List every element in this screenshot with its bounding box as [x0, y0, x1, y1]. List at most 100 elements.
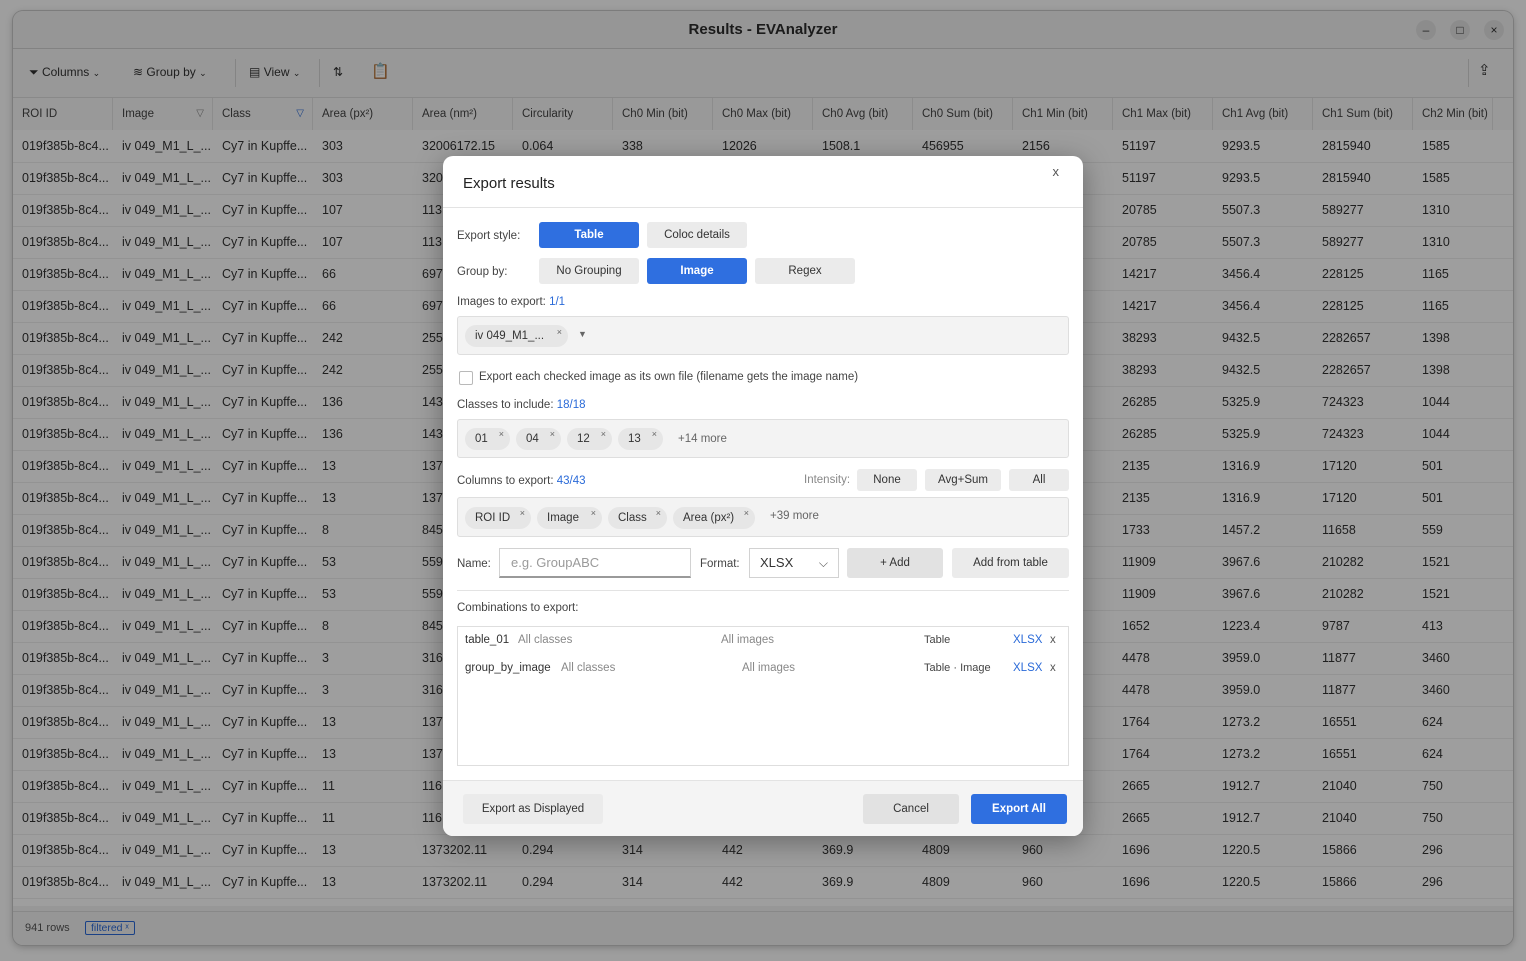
- list-item[interactable]: group_by_image All classes All images Ta…: [458, 655, 1068, 683]
- class-chip[interactable]: 01 ×: [465, 428, 510, 450]
- column-chip[interactable]: Class ×: [608, 507, 667, 529]
- table-cell: 0.294: [522, 875, 554, 889]
- remove-icon[interactable]: ×: [499, 423, 504, 445]
- column-header[interactable]: Ch1 Min (bit): [1013, 98, 1113, 130]
- table-row[interactable]: 019f385b-8c4... iv 049_M1_L_... Cy7 in Kup…: [13, 866, 1513, 899]
- export-style-table-button[interactable]: Table: [539, 222, 639, 248]
- remove-icon[interactable]: ×: [557, 321, 562, 343]
- list-item[interactable]: table_01 All classes All images Table XL…: [458, 627, 1068, 655]
- chevron-down-icon[interactable]: ▼: [578, 329, 587, 339]
- column-header[interactable]: ROI ID: [13, 98, 113, 130]
- combination-name: group_by_image: [465, 662, 551, 674]
- filtered-badge[interactable]: filtered ˣ: [85, 921, 135, 935]
- class-chip[interactable]: 13 ×: [618, 428, 663, 450]
- column-chip[interactable]: Image ×: [537, 507, 602, 529]
- table-icon: ▤: [249, 65, 261, 79]
- group-image-button[interactable]: Image: [647, 258, 747, 284]
- column-header[interactable]: Ch1 Max (bit): [1113, 98, 1213, 130]
- table-cell: 019f385b-8c4...: [22, 299, 109, 313]
- intensity-avgsum-button[interactable]: Avg+Sum: [925, 469, 1001, 491]
- columns-label: Columns: [41, 65, 90, 79]
- minimize-button[interactable]: –: [1416, 20, 1436, 40]
- add-from-table-button[interactable]: Add from table: [952, 548, 1069, 578]
- close-window-button[interactable]: ×: [1484, 20, 1504, 40]
- column-header[interactable]: Circularity: [513, 98, 613, 130]
- table-cell: 13: [322, 715, 336, 729]
- filter-icon[interactable]: ▽: [196, 98, 204, 130]
- class-chip-label: 12: [577, 433, 590, 445]
- table-cell: 4478: [1122, 651, 1150, 665]
- view-button[interactable]: ▤ View ⌄: [249, 65, 300, 79]
- column-header[interactable]: Ch0 Sum (bit): [913, 98, 1013, 130]
- remove-icon[interactable]: ×: [591, 502, 596, 524]
- column-chip[interactable]: Area (px²) ×: [673, 507, 755, 529]
- remove-icon[interactable]: ×: [744, 502, 749, 524]
- table-cell: 1398: [1422, 363, 1450, 377]
- table-cell: 019f385b-8c4...: [22, 715, 109, 729]
- intensity-all-button[interactable]: All: [1009, 469, 1069, 491]
- table-cell: 9432.5: [1222, 331, 1261, 345]
- maximize-button[interactable]: □: [1450, 20, 1470, 40]
- column-header[interactable]: Ch0 Min (bit): [613, 98, 713, 130]
- own-file-checkbox[interactable]: [459, 371, 473, 385]
- table-cell: Cy7 in Kupffe...: [222, 811, 308, 825]
- table-cell: 019f385b-8c4...: [22, 459, 109, 473]
- column-header[interactable]: Ch1 Sum (bit): [1313, 98, 1413, 130]
- table-cell: 11877: [1322, 683, 1356, 697]
- layers-icon: ≋: [133, 65, 144, 79]
- column-header[interactable]: Ch2 Min (bit): [1413, 98, 1493, 130]
- table-cell: 1044: [1422, 427, 1450, 441]
- columns-select[interactable]: ROI ID × Image × Class × Area (px²) × +39 mo…: [457, 497, 1069, 537]
- remove-icon[interactable]: ×: [601, 423, 606, 445]
- column-header[interactable]: Class ▽: [213, 98, 313, 130]
- classes-select[interactable]: 01 × 04 × 12 × 13 × +14 more: [457, 419, 1069, 458]
- group-by-label: Group by: [146, 65, 196, 79]
- add-button[interactable]: + Add: [847, 548, 943, 578]
- remove-combination-button[interactable]: x: [1050, 662, 1056, 674]
- column-header[interactable]: Area (nm²): [413, 98, 513, 130]
- export-as-displayed-button[interactable]: Export as Displayed: [463, 794, 603, 824]
- column-header[interactable]: Ch0 Max (bit): [713, 98, 813, 130]
- column-chip-label: ROI ID: [475, 512, 511, 524]
- table-cell: 1220.5: [1222, 875, 1261, 889]
- column-chip[interactable]: ROI ID ×: [465, 507, 531, 529]
- remove-combination-button[interactable]: x: [1050, 634, 1056, 646]
- sort-icon[interactable]: ⇅: [333, 65, 343, 79]
- remove-icon[interactable]: ×: [550, 423, 555, 445]
- name-input[interactable]: e.g. GroupABC: [499, 548, 691, 578]
- combination-format[interactable]: XLSX: [1013, 662, 1042, 674]
- column-header[interactable]: Area (px²): [313, 98, 413, 130]
- chevron-down-icon: ⌄: [199, 68, 207, 78]
- columns-button[interactable]: ⏷ Columns ⌄: [29, 65, 100, 80]
- table-cell: 9787: [1322, 619, 1350, 633]
- table-cell: 26285: [1122, 395, 1157, 409]
- column-header[interactable]: Image ▽: [113, 98, 213, 130]
- class-chip[interactable]: 12 ×: [567, 428, 612, 450]
- class-chip[interactable]: 04 ×: [516, 428, 561, 450]
- format-select[interactable]: XLSX ⌵: [749, 548, 839, 578]
- cancel-button[interactable]: Cancel: [863, 794, 959, 824]
- dialog-close-button[interactable]: x: [1053, 164, 1060, 179]
- group-regex-button[interactable]: Regex: [755, 258, 855, 284]
- images-select[interactable]: iv 049_M1_... × ▼: [457, 316, 1069, 355]
- remove-icon[interactable]: ×: [520, 502, 525, 524]
- export-all-button[interactable]: Export All: [971, 794, 1067, 824]
- group-by-button[interactable]: ≋ Group by ⌄: [133, 65, 207, 79]
- column-header[interactable]: Ch0 Avg (bit): [813, 98, 913, 130]
- column-header[interactable]: Ch1 Avg (bit): [1213, 98, 1313, 130]
- table-cell: iv 049_M1_L_...: [122, 171, 211, 185]
- remove-icon[interactable]: ×: [656, 502, 661, 524]
- share-icon[interactable]: ⇪: [1478, 61, 1491, 79]
- group-no-grouping-button[interactable]: No Grouping: [539, 258, 639, 284]
- remove-icon[interactable]: ×: [652, 423, 657, 445]
- intensity-label: Intensity:: [804, 474, 851, 486]
- image-chip[interactable]: iv 049_M1_... ×: [465, 325, 569, 347]
- combination-format[interactable]: XLSX: [1013, 634, 1042, 646]
- classes-more[interactable]: +14 more: [678, 433, 727, 445]
- filter-icon[interactable]: ▽: [296, 98, 304, 130]
- columns-more[interactable]: +39 more: [770, 510, 819, 522]
- intensity-none-button[interactable]: None: [857, 469, 917, 491]
- table-row[interactable]: 019f385b-8c4... iv 049_M1_L_... Cy7 in Kup…: [13, 834, 1513, 867]
- export-style-coloc-button[interactable]: Coloc details: [647, 222, 747, 248]
- clipboard-icon[interactable]: 📋: [371, 62, 390, 80]
